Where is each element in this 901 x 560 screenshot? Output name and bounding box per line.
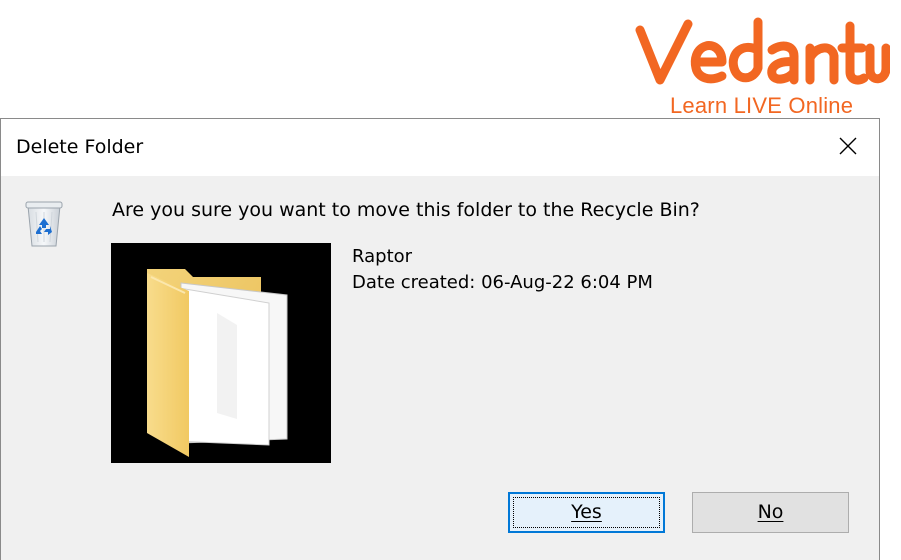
yes-button-label: Yes bbox=[571, 501, 602, 523]
folder-icon bbox=[147, 269, 288, 457]
vedantu-logo: Learn LIVE Online bbox=[630, 10, 890, 120]
page: Learn LIVE Online Delete Folder Are you … bbox=[0, 0, 901, 560]
item-date-created: Date created: 06-Aug-22 6:04 PM bbox=[352, 272, 653, 293]
close-button[interactable] bbox=[817, 119, 879, 176]
delete-folder-dialog: Delete Folder Are you sure you want to m… bbox=[0, 118, 880, 560]
vedantu-tagline: Learn LIVE Online bbox=[670, 93, 854, 118]
yes-button[interactable]: Yes bbox=[508, 492, 665, 533]
item-details: Raptor Date created: 06-Aug-22 6:04 PM bbox=[352, 244, 653, 296]
dialog-body: Are you sure you want to move this folde… bbox=[1, 176, 879, 560]
close-icon bbox=[839, 137, 857, 155]
dialog-title: Delete Folder bbox=[16, 136, 144, 158]
no-button[interactable]: No bbox=[692, 492, 849, 533]
folder-thumbnail bbox=[111, 243, 331, 463]
no-button-label: No bbox=[757, 501, 784, 523]
confirmation-message: Are you sure you want to move this folde… bbox=[112, 199, 700, 221]
vedantu-wordmark bbox=[635, 17, 890, 85]
title-bar: Delete Folder bbox=[1, 119, 879, 176]
item-name: Raptor bbox=[352, 246, 413, 267]
recycle-bin-icon bbox=[25, 201, 63, 247]
